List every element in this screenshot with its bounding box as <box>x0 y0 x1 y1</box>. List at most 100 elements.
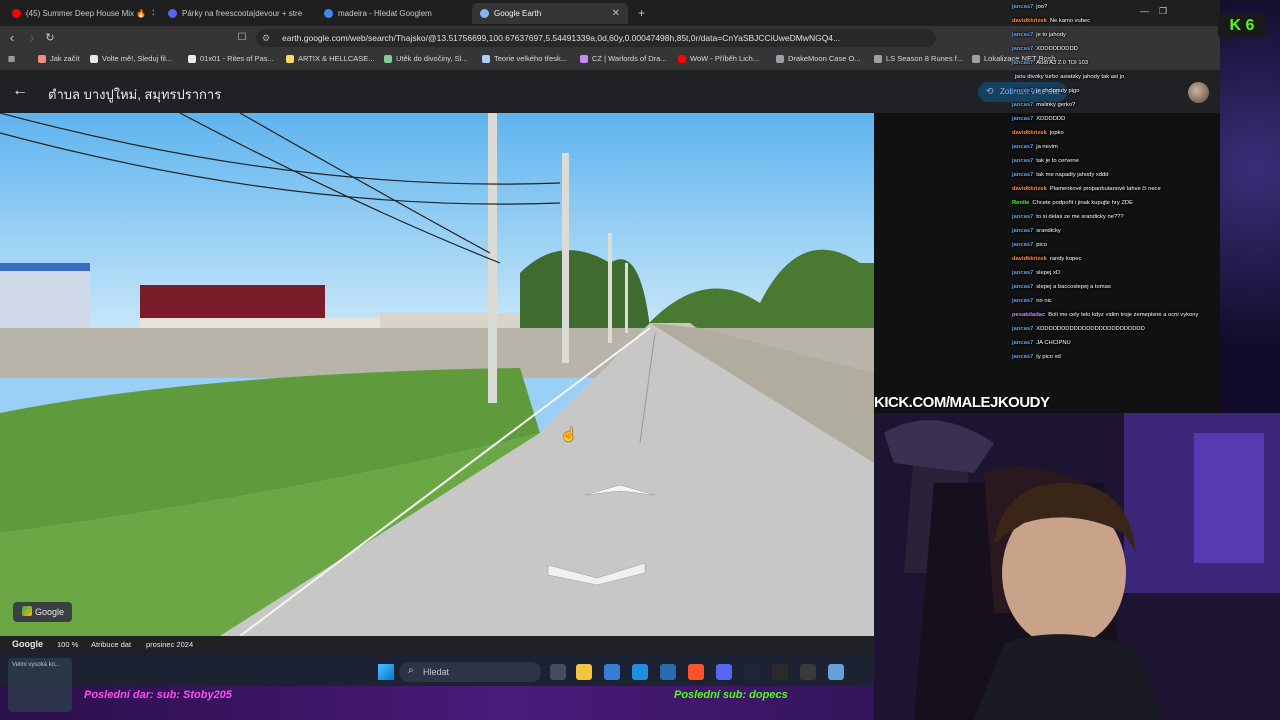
chat-message: jancas7 XDDDDDDDDD <box>1012 42 1272 56</box>
chat-text: Chcete podpořit i jinak kupujte hry ZDE <box>1032 200 1133 206</box>
bookmark-icon <box>90 54 98 63</box>
apps-icon[interactable]: ▦ <box>8 54 15 63</box>
close-icon[interactable]: ✕ <box>151 3 154 24</box>
chat-text: malinky gerko? <box>1036 102 1076 108</box>
back-icon[interactable]: ‹ <box>4 30 20 46</box>
chat-text: jopko <box>1049 130 1064 136</box>
chat-username: jancas7 <box>1012 340 1034 346</box>
webcam-feed <box>874 413 1280 720</box>
edge-icon[interactable] <box>632 664 648 680</box>
chat-text: XDDDDDDDDD <box>1036 46 1078 52</box>
bookmark-item[interactable]: Volte mě!, Sleduj fil... <box>90 54 172 63</box>
bookmark-icon <box>874 54 882 63</box>
chat-message: jsou divoky turbo asiatsky jahody tak as… <box>1012 70 1272 84</box>
bookmark-item[interactable]: ARTIX & HELLCASE... <box>286 54 375 63</box>
bookmark-label: CZ | Warlords of Dra... <box>592 54 667 63</box>
chat-text: tak je to cervene <box>1036 158 1079 164</box>
chat-text: jsou divoky turbo asiatsky jahody tak as… <box>1015 74 1125 80</box>
chat-message: jancas7 to si delas ze me srandicky ne??? <box>1012 210 1272 224</box>
forward-icon[interactable]: › <box>24 30 40 46</box>
tab-parky[interactable]: Párky na freescoota|devour + stre <box>160 3 310 24</box>
bookmark-icon <box>188 54 196 63</box>
bookmark-item[interactable]: Utěk do divočiny, Sl... <box>384 54 468 63</box>
attribution-link[interactable]: Atribuce dat <box>91 636 131 653</box>
chat-username: jancas7 <box>1012 144 1034 150</box>
store-icon[interactable] <box>604 664 620 680</box>
bookmark-icon <box>38 54 46 63</box>
bookmark-item[interactable]: 01x01 - Rites of Pas... <box>188 54 274 63</box>
chat-username: jancas7 <box>1012 32 1034 38</box>
chat-message: davidkkrizek jopko <box>1012 126 1272 140</box>
kick-url-banner: KICK.COM/MALEJKOUDY <box>874 394 1050 411</box>
windows-start-icon[interactable] <box>378 664 394 680</box>
chat-text: tak me napadly jahody xddd <box>1036 172 1109 178</box>
chat-username: pesakdadac <box>1012 312 1046 318</box>
task-view-icon[interactable] <box>550 664 566 680</box>
bookmark-label: Volte mě!, Sleduj fil... <box>102 54 173 63</box>
chat-username: jancas7 <box>1012 46 1034 52</box>
obs-icon[interactable] <box>772 664 788 680</box>
steam-icon[interactable] <box>744 664 760 680</box>
bookmark-label: DrakeMoon Case O... <box>788 54 861 63</box>
bookmark-item[interactable]: CZ | Warlords of Dra... <box>580 54 667 63</box>
address-bar[interactable]: earth.google.com/web/search/Thajsko/@13.… <box>256 29 936 47</box>
app-icon[interactable] <box>800 664 816 680</box>
tab-label: madeira - Hledat Googlem <box>338 9 432 18</box>
bookmark-item[interactable]: DrakeMoon Case O... <box>776 54 861 63</box>
chat-text: ty pico xd <box>1036 354 1061 360</box>
photos-icon[interactable] <box>660 664 676 680</box>
hand-cursor-icon: ☝ <box>560 426 578 442</box>
chat-text: srandicky <box>1036 228 1061 234</box>
chat-message: jancas7 tak me napadly jahody xddd <box>1012 168 1272 182</box>
site-icon <box>168 9 177 18</box>
bookmark-item[interactable]: Jak začít <box>38 54 80 63</box>
chat-text: pico <box>1036 242 1047 248</box>
stream-chat: jancas7 joo? davidkkrizek Ne kamo vubec janc… <box>1012 0 1272 404</box>
chat-message: jancas7 XDDDDDD <box>1012 112 1272 126</box>
app-icon[interactable] <box>828 664 844 680</box>
search-icon: ⌕ <box>408 665 414 676</box>
chat-text: slepej a baccoslepej a tomas <box>1036 284 1111 290</box>
reload-icon[interactable]: ↻ <box>42 30 58 46</box>
chat-username: Renlie <box>1012 200 1030 206</box>
chat-text: Boli me cely telo kdyz vidim troje zemep… <box>1048 312 1199 318</box>
chat-message: jancas7 Audi A3 2.0 TDI 103 <box>1012 56 1272 70</box>
tab-google-search[interactable]: madeira - Hledat Googlem <box>316 3 466 24</box>
chat-text: Audi A3 2.0 TDI 103 <box>1036 60 1089 66</box>
bookmark-icon <box>972 54 980 63</box>
back-arrow-icon[interactable]: ← <box>12 82 28 100</box>
chat-text: no nic <box>1036 298 1052 304</box>
bookmark-item[interactable]: LS Season 8 Runes f... <box>874 54 963 63</box>
chat-username: jancas7 <box>1012 354 1034 360</box>
bookmark-icon <box>384 54 392 63</box>
taskbar-search[interactable]: Hledat <box>399 662 541 682</box>
file-explorer-icon[interactable] <box>576 664 592 680</box>
youtube-icon <box>12 9 21 18</box>
new-tab-button[interactable]: + <box>630 3 650 24</box>
chat-message: jancas7 XDDDDDDDDDDDDDDDDDDDDDDDDD <box>1012 322 1272 336</box>
tab-youtube[interactable]: (45) Summer Deep House Mix 🔥 ✕ <box>4 3 154 24</box>
chat-text: JA CHCIPNU <box>1036 340 1071 346</box>
chat-message: jancas7 JA CHCIPNU <box>1012 336 1272 350</box>
chat-text: randy kopec <box>1049 256 1082 262</box>
chat-username: jancas7 <box>1012 214 1034 220</box>
close-icon[interactable]: ✕ <box>612 3 620 24</box>
chat-message: jancas7 ja nevim <box>1012 140 1272 154</box>
chat-username: jancas7 <box>1012 242 1034 248</box>
bookmark-item[interactable]: WoW - Příběh Lich... <box>678 54 759 63</box>
street-view[interactable] <box>0 113 874 636</box>
chat-message: davidkkrizek Ne kamo vubec <box>1012 14 1272 28</box>
chat-text: Ne kamo vubec <box>1049 18 1091 24</box>
bookmark-icon[interactable]: ☐ <box>234 30 250 46</box>
tab-label: (45) Summer Deep House Mix 🔥 <box>26 9 147 18</box>
brave-icon[interactable] <box>688 664 704 680</box>
site-info-icon[interactable]: ⚙ <box>262 33 270 44</box>
google-icon <box>324 9 333 18</box>
bookmark-icon <box>776 54 784 63</box>
discord-icon[interactable] <box>716 664 732 680</box>
chat-username: jancas7 <box>1012 284 1034 290</box>
tab-google-earth[interactable]: Google Earth ✕ <box>472 3 628 24</box>
bookmark-item[interactable]: Teorie velkého třesk... <box>482 54 567 63</box>
notification-text: Velmi vysoká ko... <box>12 662 61 668</box>
chat-username: jancas7 <box>1012 326 1034 332</box>
